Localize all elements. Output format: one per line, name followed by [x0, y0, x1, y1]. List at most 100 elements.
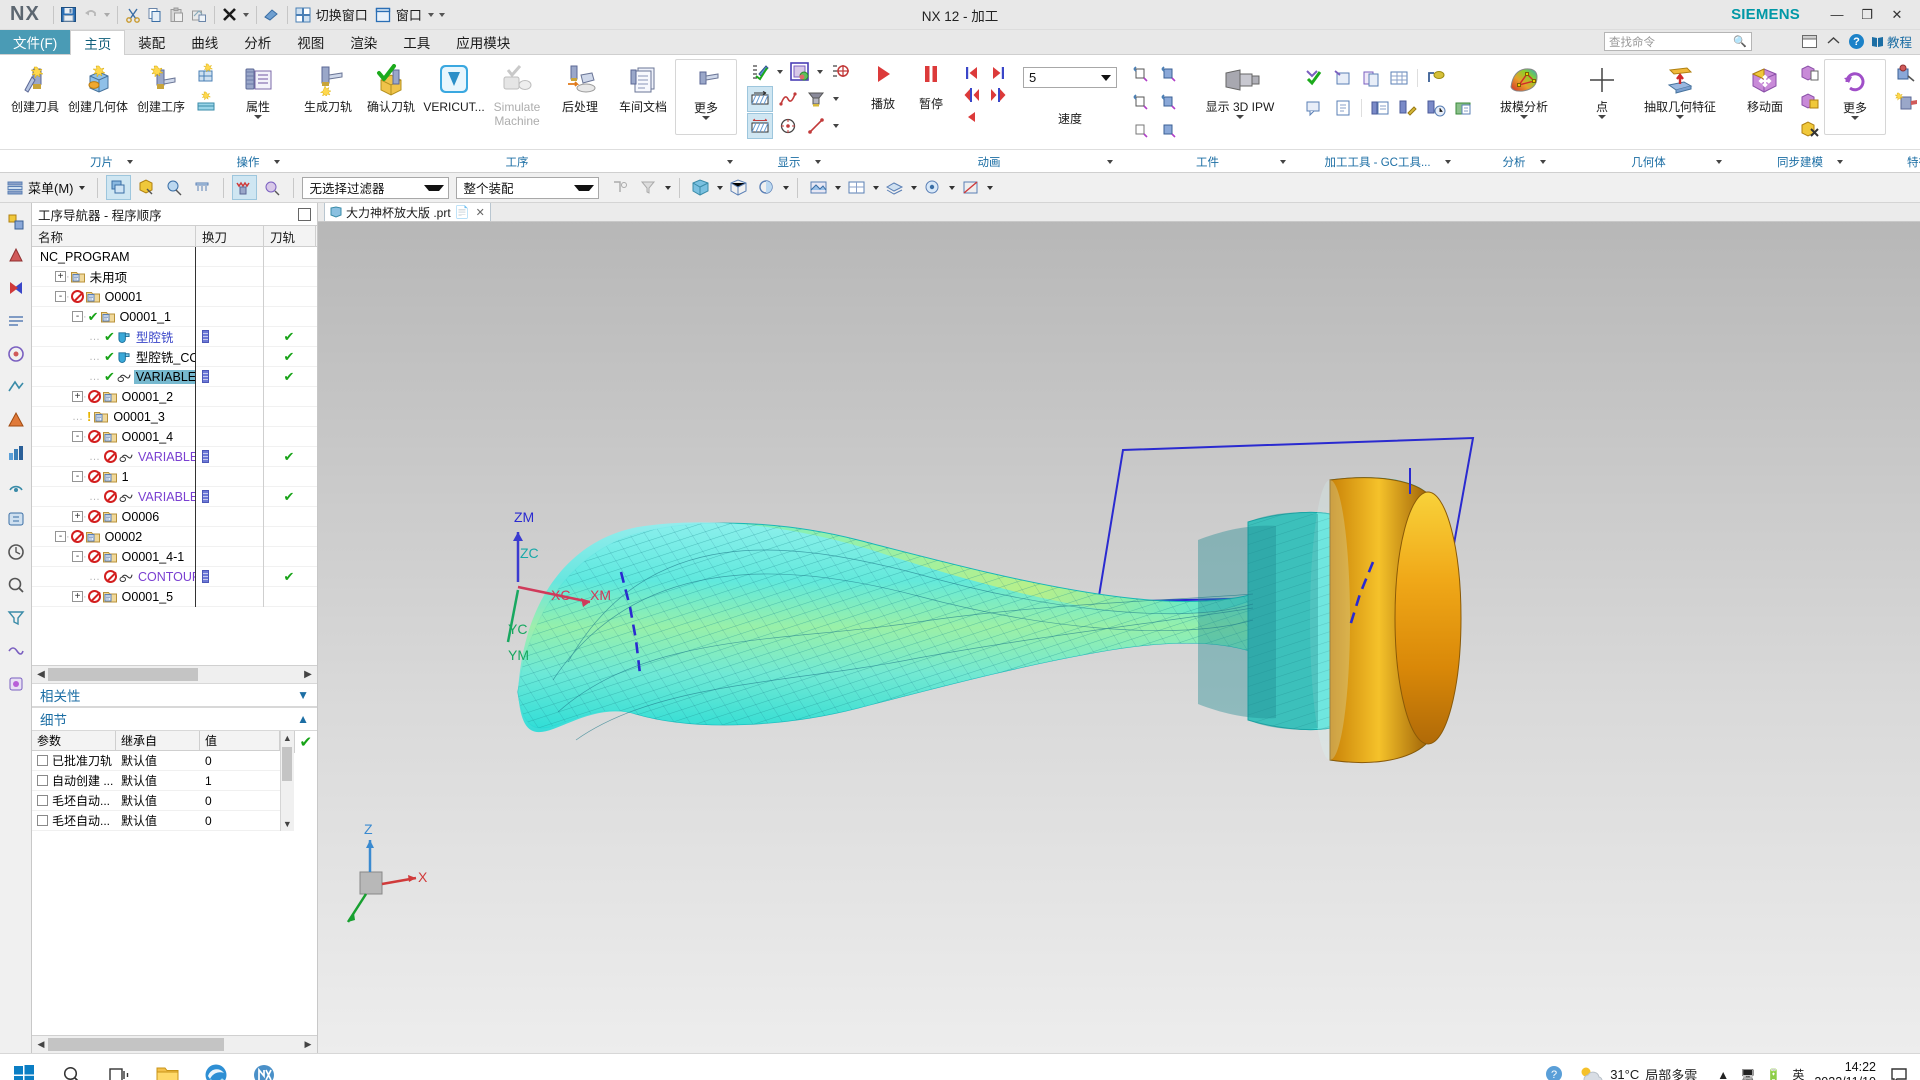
battery-icon[interactable]: 🔋 [1766, 1068, 1781, 1080]
selection-filter-combo[interactable]: 无选择过滤器 [301, 176, 449, 199]
chevron-down-icon[interactable] [573, 184, 594, 191]
tree-row-name[interactable]: …VARIABLE_C... [32, 446, 196, 467]
pin-icon[interactable] [298, 207, 311, 221]
scroll-right-arrow[interactable]: ▶ [301, 1038, 315, 1052]
resize-face-icon[interactable] [1797, 89, 1823, 115]
table-row[interactable]: NC_PROGRAM [32, 247, 317, 267]
display-origin-icon[interactable] [827, 59, 853, 85]
filter-icon[interactable] [636, 175, 661, 200]
gc-list-icon[interactable] [1367, 95, 1393, 121]
tool-palette-icon[interactable] [3, 671, 29, 697]
display-3d-ipw-button[interactable]: 显示 3D IPW [1190, 59, 1290, 135]
edge-button[interactable] [192, 1054, 240, 1080]
table-row[interactable]: …✔VARIABLE_C...✔ [32, 366, 317, 387]
tree-row-name[interactable]: + · 未用项 [32, 266, 196, 287]
group-expand-caret[interactable] [1716, 159, 1722, 164]
group-expand-caret[interactable] [1280, 159, 1286, 164]
tree-row-name[interactable]: - · O0001_4 [32, 426, 196, 447]
dependencies-section-header[interactable]: 相关性 ▼ [32, 683, 317, 707]
chevron-up-icon[interactable]: ▲ [1717, 1068, 1729, 1080]
tree-expander[interactable]: - [55, 531, 66, 542]
tree-expander[interactable]: - [72, 431, 83, 442]
more-sync-button[interactable]: 更多 [1824, 59, 1886, 135]
paste-icon[interactable] [166, 4, 188, 26]
tree-row-name[interactable]: - · O0001_4-1 [32, 546, 196, 567]
details-row[interactable]: 毛坯自动... 默认值 0 [32, 791, 280, 811]
chevron-down-icon[interactable]: ▼ [297, 688, 309, 702]
select-body-icon[interactable] [190, 175, 215, 200]
checkbox[interactable] [37, 795, 48, 806]
scroll-right-arrow[interactable]: ▶ [301, 668, 315, 682]
tree-row-name[interactable]: - · 1 [32, 466, 196, 487]
tab-file[interactable]: 文件(F) [0, 30, 71, 54]
column-header-name[interactable]: 名称 [32, 225, 196, 247]
search-button[interactable] [48, 1054, 96, 1080]
tutorial-link[interactable]: 教程 [1871, 32, 1912, 51]
window-dropdown-caret[interactable] [426, 4, 437, 26]
create-tool-button[interactable]: 创建刀具 [4, 59, 66, 135]
scroll-left-arrow[interactable]: ◀ [34, 668, 48, 682]
scroll-track[interactable] [48, 668, 301, 681]
tree-expander[interactable]: - [55, 291, 66, 302]
delete-dropdown-caret[interactable] [241, 4, 252, 26]
operation-tree[interactable]: NC_PROGRAM + · 未用项 - · O0001- · ✔ O0001_1… ✔ 型腔铣 ✔… ✔… [32, 247, 317, 665]
window-icon[interactable] [372, 4, 394, 26]
history-icon[interactable] [3, 539, 29, 565]
select-feature-icon[interactable] [134, 175, 159, 200]
group-expand-caret[interactable] [727, 159, 733, 164]
curve-icon[interactable] [775, 86, 801, 112]
clock[interactable]: 14:22 2022/11/10 [1814, 1060, 1884, 1080]
nx-button[interactable] [240, 1054, 288, 1080]
tree-row-name[interactable]: - · O0002 [32, 526, 196, 547]
switch-window-label[interactable]: 切换窗口 [314, 5, 372, 24]
snap-point-icon[interactable] [608, 175, 633, 200]
table-row[interactable]: - · O0002 [32, 526, 317, 547]
display-3d-ipw-caret[interactable] [1236, 115, 1244, 119]
details-value[interactable]: 0 [200, 811, 280, 831]
table-row[interactable]: …VARIABLE_S... ✔ [32, 486, 317, 507]
tab-assembly[interactable]: 装配 [125, 30, 178, 54]
step-last-icon[interactable] [989, 64, 1007, 85]
tree-expander[interactable]: - [72, 311, 83, 322]
create-operation-button[interactable]: 创建工序 [130, 59, 192, 135]
group-expand-caret[interactable] [273, 159, 280, 164]
checkbox[interactable] [37, 775, 48, 786]
gc-table-icon[interactable] [1386, 65, 1412, 91]
tree-expander[interactable]: + [55, 271, 66, 282]
chevron-up-icon[interactable]: ▲ [297, 712, 309, 726]
tree-row-name[interactable]: + · O0001_2 [32, 386, 196, 407]
workpiece-4-icon[interactable] [1157, 89, 1183, 115]
tree-expander[interactable]: - [72, 471, 83, 482]
workpiece-5-icon[interactable] [1129, 117, 1155, 143]
history-palette-icon[interactable] [3, 407, 29, 433]
help-bubble-icon[interactable]: ? [1530, 1054, 1578, 1080]
display-toolpath-caret[interactable] [777, 70, 783, 74]
gc-wrench-icon[interactable] [1395, 95, 1421, 121]
play-button[interactable]: 播放 [861, 63, 905, 112]
process-studio-icon[interactable] [3, 440, 29, 466]
point-caret[interactable] [1598, 115, 1606, 119]
delete-icon[interactable] [219, 4, 241, 26]
scroll-thumb[interactable] [282, 747, 293, 781]
properties-button[interactable]: 属性 [227, 59, 289, 135]
tree-row-name[interactable]: …! O0001_3 [32, 406, 196, 427]
details-header-param[interactable]: 参数 [32, 731, 116, 750]
visual-icon[interactable] [920, 175, 945, 200]
undo-dropdown-caret[interactable] [102, 4, 113, 26]
draft-analysis-caret[interactable] [1520, 115, 1528, 119]
copy-face-icon[interactable] [1797, 61, 1823, 87]
gc-report-icon[interactable] [1358, 65, 1384, 91]
system-scene-icon[interactable] [3, 506, 29, 532]
window-label[interactable]: 窗口 [394, 5, 426, 24]
scroll-up-arrow[interactable]: ▲ [283, 731, 292, 745]
more-operation-button[interactable]: 更多 [675, 59, 737, 135]
style-icon[interactable] [754, 175, 779, 200]
line-display-icon[interactable] [803, 113, 829, 139]
group-expand-caret[interactable] [127, 159, 133, 164]
menu-button[interactable]: 菜单(M) [6, 178, 89, 197]
assembly-navigator-icon[interactable] [3, 209, 29, 235]
shaded-caret[interactable] [716, 185, 723, 190]
table-row[interactable]: + · O0006 [32, 506, 317, 527]
postprocess-button[interactable]: 后处理 [549, 59, 611, 135]
gc-comment-icon[interactable] [1302, 95, 1328, 121]
